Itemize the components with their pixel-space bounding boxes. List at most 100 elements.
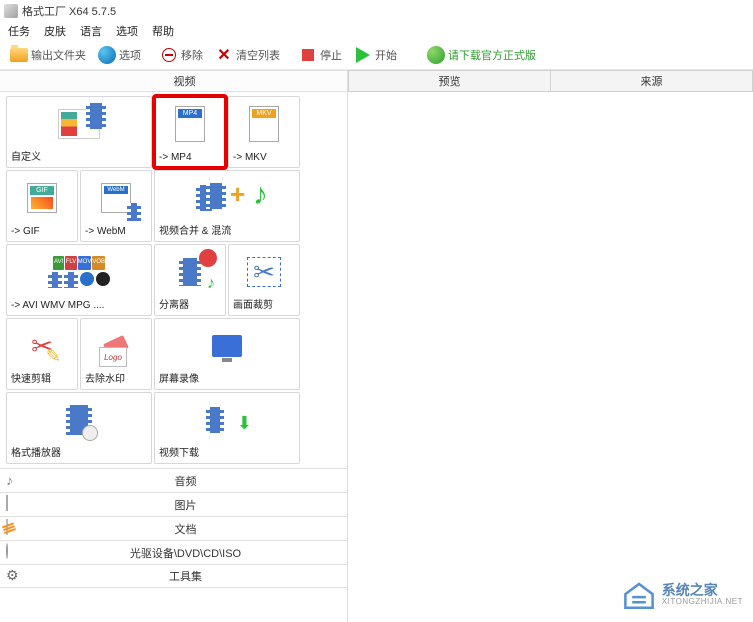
- tile-merge-label: 视频合并 & 混流: [159, 222, 295, 237]
- tools-icon: ⚙: [6, 567, 24, 585]
- output-folder-label: 输出文件夹: [31, 47, 86, 63]
- player-icon: [58, 399, 100, 441]
- menu-skin[interactable]: 皮肤: [44, 23, 66, 39]
- tile-mkv[interactable]: -> MKV: [228, 96, 300, 168]
- start-button[interactable]: 开始: [350, 44, 401, 66]
- category-audio[interactable]: ♪ 音频: [0, 468, 347, 492]
- left-panel: 视频 自定义 -> MP4 -> MKV -> GIF ->: [0, 70, 348, 622]
- clear-list-button[interactable]: ✕ 清空列表: [211, 44, 284, 66]
- disc-icon: [6, 544, 24, 562]
- tile-merge[interactable]: + 视频合并 & 混流: [154, 170, 300, 242]
- video-section-label: 视频: [28, 73, 341, 89]
- tile-mp4[interactable]: -> MP4: [154, 96, 226, 168]
- folder-icon: [10, 46, 28, 64]
- tile-crop-label: 画面裁剪: [233, 296, 295, 311]
- category-picture[interactable]: 图片: [0, 492, 347, 516]
- splitter-icon: ♪: [169, 251, 211, 293]
- tile-download[interactable]: 视频下载: [154, 392, 300, 464]
- tile-crop[interactable]: ✂ 画面裁剪: [228, 244, 300, 316]
- watermark-icon: [622, 580, 656, 610]
- quickcut-icon: ✂✎: [21, 325, 63, 367]
- tile-download-label: 视频下载: [159, 444, 295, 459]
- tile-remove-wm-label: 去除水印: [85, 370, 147, 385]
- picture-icon: [6, 496, 24, 514]
- remove-label: 移除: [181, 47, 203, 63]
- tab-preview[interactable]: 预览: [348, 70, 550, 91]
- category-disc-label: 光驱设备\DVD\CD\ISO: [30, 545, 341, 561]
- tile-player[interactable]: 格式播放器: [6, 392, 152, 464]
- watermark-sub: XITONGZHIJIA.NET: [662, 598, 743, 607]
- category-audio-label: 音频: [30, 473, 341, 489]
- menubar: 任务 皮肤 语言 选项 帮助: [0, 22, 753, 40]
- category-document[interactable]: 文档: [0, 516, 347, 540]
- watermark: 系统之家 XITONGZHIJIA.NET: [622, 580, 743, 610]
- toolbar: 输出文件夹 选项 移除 ✕ 清空列表 停止 开始 请下载官方正式版: [0, 40, 753, 70]
- gif-icon: [21, 177, 63, 219]
- start-label: 开始: [375, 47, 397, 63]
- tile-quickcut-label: 快速剪辑: [11, 370, 73, 385]
- mkv-icon: [243, 103, 285, 145]
- video-tiles-grid: 自定义 -> MP4 -> MKV -> GIF -> WebM: [0, 92, 347, 468]
- download-official-label: 请下载官方正式版: [448, 47, 536, 63]
- download-official-button[interactable]: 请下载官方正式版: [423, 44, 540, 66]
- globe-icon: [98, 46, 116, 64]
- tile-webm-label: -> WebM: [85, 226, 147, 237]
- merge-icon: +: [192, 177, 262, 219]
- tile-avi-label: -> AVI WMV MPG ....: [11, 300, 147, 311]
- tab-source[interactable]: 来源: [550, 70, 753, 91]
- tile-webm[interactable]: -> WebM: [80, 170, 152, 242]
- category-document-label: 文档: [30, 521, 341, 537]
- options-button[interactable]: 选项: [94, 44, 145, 66]
- crop-icon: ✂: [243, 251, 285, 293]
- right-panel: 预览 来源: [348, 70, 753, 622]
- tile-custom[interactable]: 自定义: [6, 96, 152, 168]
- remove-wm-icon: Logo: [95, 325, 137, 367]
- stop-label: 停止: [320, 47, 342, 63]
- tile-splitter-label: 分离器: [159, 296, 221, 311]
- menu-help[interactable]: 帮助: [152, 23, 174, 39]
- tile-player-label: 格式播放器: [11, 444, 147, 459]
- tile-avi[interactable]: AVI FLV MOV VOB -> AVI WMV MPG ....: [6, 244, 152, 316]
- custom-icon: [58, 103, 100, 145]
- tile-gif-label: -> GIF: [11, 226, 73, 237]
- audio-icon: ♪: [6, 472, 24, 490]
- screenrec-icon: [206, 325, 248, 367]
- mp4-icon: [169, 103, 211, 145]
- tile-remove-watermark[interactable]: Logo 去除水印: [80, 318, 152, 390]
- output-folder-button[interactable]: 输出文件夹: [6, 44, 90, 66]
- category-picture-label: 图片: [30, 497, 341, 513]
- video-section-header[interactable]: 视频: [0, 70, 347, 92]
- window-title: 格式工厂 X64 5.7.5: [22, 3, 116, 19]
- stop-icon: [299, 46, 317, 64]
- avi-icon: AVI FLV MOV VOB: [49, 251, 109, 293]
- menu-options[interactable]: 选项: [116, 23, 138, 39]
- menu-task[interactable]: 任务: [8, 23, 30, 39]
- tile-screenrec-label: 屏幕录像: [159, 370, 295, 385]
- category-tools-label: 工具集: [30, 568, 341, 584]
- remove-icon: [160, 46, 178, 64]
- tile-gif[interactable]: -> GIF: [6, 170, 78, 242]
- tile-quickcut[interactable]: ✂✎ 快速剪辑: [6, 318, 78, 390]
- clear-list-label: 清空列表: [236, 47, 280, 63]
- remove-button[interactable]: 移除: [156, 44, 207, 66]
- play-icon: [354, 46, 372, 64]
- category-disc[interactable]: 光驱设备\DVD\CD\ISO: [0, 540, 347, 564]
- video-section-icon: [6, 73, 22, 89]
- clear-icon: ✕: [215, 46, 233, 64]
- webm-icon: [95, 177, 137, 219]
- right-content: [348, 92, 753, 622]
- menu-language[interactable]: 语言: [80, 23, 102, 39]
- tile-mkv-label: -> MKV: [233, 152, 295, 163]
- stop-button[interactable]: 停止: [295, 44, 346, 66]
- options-label: 选项: [119, 47, 141, 63]
- watermark-main: 系统之家: [662, 583, 743, 598]
- tile-screenrec[interactable]: 屏幕录像: [154, 318, 300, 390]
- app-icon: [4, 4, 18, 18]
- tile-mp4-label: -> MP4: [159, 152, 221, 163]
- tile-splitter[interactable]: ♪ 分离器: [154, 244, 226, 316]
- category-tools[interactable]: ⚙ 工具集: [0, 564, 347, 588]
- tile-custom-label: 自定义: [11, 148, 147, 163]
- document-icon: [6, 520, 24, 538]
- download-icon: [206, 399, 248, 441]
- globe-green-icon: [427, 46, 445, 64]
